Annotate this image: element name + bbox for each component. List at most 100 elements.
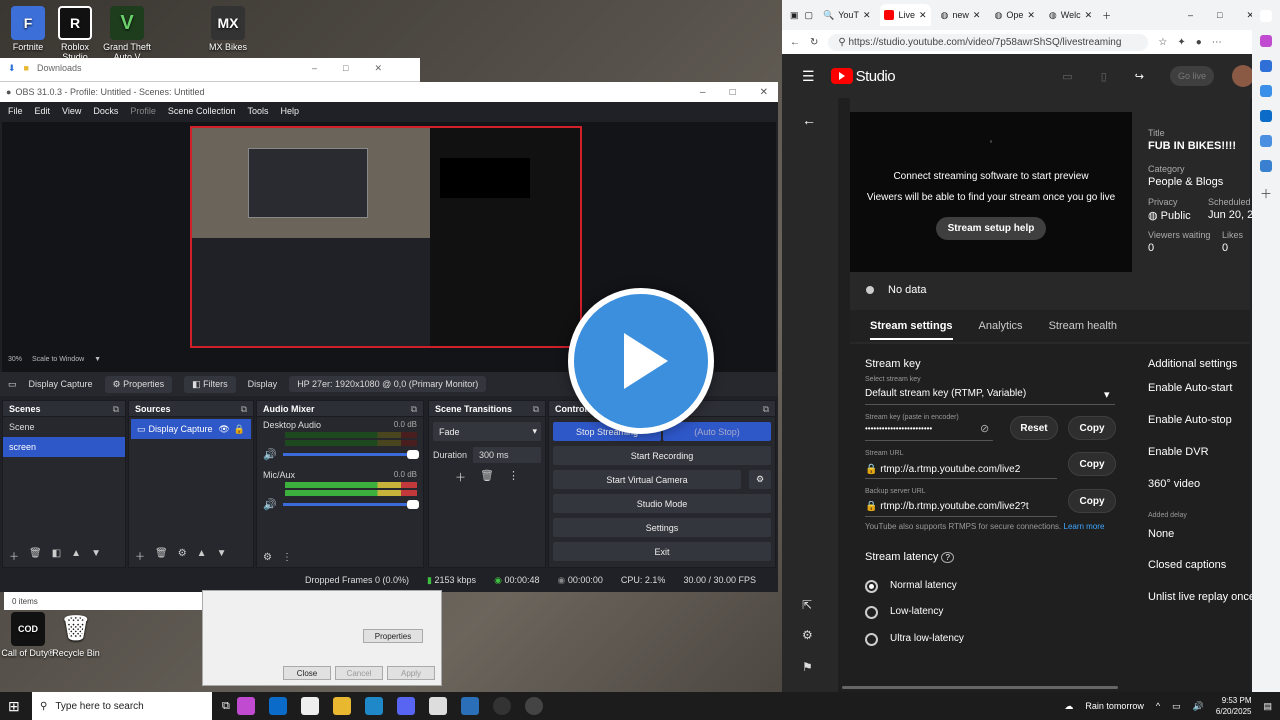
enable-auto-start-toggle[interactable]: Enable Auto-start xyxy=(1148,382,1232,394)
source-item[interactable]: ▭ Display Capture 👁 🔒 xyxy=(131,419,251,439)
copilot-icon[interactable] xyxy=(1260,35,1272,47)
speaker-icon[interactable]: 🔊 xyxy=(263,448,277,461)
unlist-replay-toggle[interactable]: Unlist live replay once xyxy=(1148,591,1255,603)
search-icon[interactable] xyxy=(1260,10,1272,22)
obs-taskbar-icon[interactable] xyxy=(492,697,511,715)
desktop-icon-gta[interactable]: V Grand Theft Auto V xyxy=(99,6,155,62)
trash-icon[interactable]: 🗑 xyxy=(480,469,494,485)
desktop-icon-recycle[interactable]: 🗑 Recycle Bin xyxy=(48,612,104,659)
display-select[interactable]: HP 27er: 1920x1080 @ 0,0 (Primary Monito… xyxy=(289,376,487,392)
scene-item[interactable]: screen xyxy=(3,437,125,457)
copilot-taskbar-icon[interactable] xyxy=(236,697,255,715)
properties-button[interactable]: ⚙ Properties xyxy=(104,375,173,393)
enable-dvr-toggle[interactable]: Enable DVR xyxy=(1148,446,1209,458)
closed-captions-toggle[interactable]: Closed captions xyxy=(1148,559,1226,571)
chevron-up-icon[interactable]: ^ xyxy=(1156,701,1160,711)
menu-help[interactable]: Help xyxy=(280,106,299,116)
start-virtual-camera-button[interactable]: Start Virtual Camera xyxy=(553,470,741,489)
close-tab-icon[interactable]: ✕ xyxy=(1027,10,1035,21)
file-explorer-icon[interactable] xyxy=(332,697,351,715)
close-tab-icon[interactable]: ✕ xyxy=(973,10,981,21)
external-link-icon[interactable]: ⇱ xyxy=(802,598,812,612)
radio-low-latency[interactable] xyxy=(865,606,878,619)
visibility-off-icon[interactable]: ⊘ xyxy=(980,422,989,435)
close-tab-icon[interactable]: ✕ xyxy=(919,10,927,21)
tab-analytics[interactable]: Analytics xyxy=(979,320,1023,332)
more-icon[interactable]: ⋮ xyxy=(282,552,292,563)
notepad-icon[interactable] xyxy=(428,697,447,715)
discord-icon[interactable] xyxy=(396,697,415,715)
menu-view[interactable]: View xyxy=(62,106,81,116)
taskbar-search[interactable]: ⚲ Type here to search xyxy=(32,692,212,720)
tab-youtube[interactable]: 🔍 YouT ✕ xyxy=(819,4,874,26)
desktop-icon-mxbikes[interactable]: MX MX Bikes xyxy=(200,6,256,52)
stream-key-field[interactable]: •••••••••••••••••••••••• xyxy=(865,424,932,433)
maximize-button[interactable]: □ xyxy=(730,87,736,98)
feedback-icon[interactable]: ⚑ xyxy=(802,660,813,674)
calculator-icon[interactable] xyxy=(300,697,319,715)
apply-button[interactable]: Apply xyxy=(387,666,435,680)
volume-icon[interactable]: 🔊 xyxy=(1193,701,1204,712)
clock[interactable]: 9:53 PM 6/20/2025 xyxy=(1216,695,1252,717)
site-info-icon[interactable]: ⚲ xyxy=(838,37,845,48)
filters-button[interactable]: ◧ Filters xyxy=(184,375,236,393)
filter-icon[interactable]: ◧ xyxy=(52,548,61,563)
up-icon[interactable]: ▲ xyxy=(71,548,81,563)
down-icon[interactable]: ▼ xyxy=(217,548,227,563)
hamburger-icon[interactable]: ☰ xyxy=(802,68,815,85)
chevron-down-icon[interactable]: ▼ xyxy=(94,356,101,363)
menu-docks[interactable]: Docks xyxy=(93,106,118,116)
refresh-icon[interactable]: ↻ xyxy=(810,37,818,48)
copy-url-button[interactable]: Copy xyxy=(1068,452,1116,476)
added-delay-select[interactable]: None xyxy=(1148,528,1174,540)
back-arrow-icon[interactable]: ← xyxy=(802,112,816,128)
stream-key-select[interactable]: Default stream key (RTMP, Variable) xyxy=(865,388,1026,399)
url-field[interactable]: ⚲ https://studio.youtube.com/video/7p58a… xyxy=(828,33,1149,51)
copy-key-button[interactable]: Copy xyxy=(1068,416,1116,440)
menu-icon[interactable]: ⋯ xyxy=(1212,37,1222,48)
bookmark-icon[interactable]: ▯ xyxy=(1101,70,1107,83)
stream-url[interactable]: rtmp://a.rtmp.youtube.com/live2 xyxy=(880,464,1020,475)
learn-more-link[interactable]: Learn more xyxy=(1064,522,1105,531)
weather-text[interactable]: Rain tomorrow xyxy=(1085,701,1144,711)
task-view-icon[interactable]: ⧉ xyxy=(222,700,230,713)
screen-icon[interactable]: ▭ xyxy=(1062,70,1072,83)
close-tab-icon[interactable]: ✕ xyxy=(863,10,871,21)
properties-dialog-button[interactable]: Properties xyxy=(363,629,423,643)
backup-url[interactable]: rtmp://b.rtmp.youtube.com/live2?t xyxy=(880,501,1028,512)
extensions-icon[interactable]: ✦ xyxy=(1177,37,1185,48)
back-icon[interactable]: ← xyxy=(790,37,800,48)
obs-taskbar-icon-2[interactable] xyxy=(524,697,543,715)
undock-icon[interactable]: ⧉ xyxy=(533,404,539,414)
radio-ultra-low-latency[interactable] xyxy=(865,633,878,646)
speaker-icon[interactable]: 🔊 xyxy=(263,498,277,511)
tab-welcome[interactable]: ◍ Welc ✕ xyxy=(1045,4,1096,26)
settings-button[interactable]: Settings xyxy=(553,518,771,537)
exit-button[interactable]: Exit xyxy=(553,542,771,561)
360-video-toggle[interactable]: 360° video xyxy=(1148,478,1200,490)
menu-file[interactable]: File xyxy=(8,106,23,116)
go-live-button[interactable]: Go live xyxy=(1169,66,1214,86)
copy-backup-button[interactable]: Copy xyxy=(1068,489,1116,513)
tab-actions-icon[interactable]: ▣ xyxy=(790,10,799,21)
windows-start-icon[interactable]: ⊞ xyxy=(8,698,20,715)
add-icon[interactable]: ＋ xyxy=(455,469,466,485)
share-icon[interactable]: ↪ xyxy=(1135,70,1144,83)
cancel-button[interactable]: Cancel xyxy=(335,666,383,680)
auto-stop-button[interactable]: (Auto Stop) xyxy=(663,422,771,441)
menu-scene-collection[interactable]: Scene Collection xyxy=(168,106,236,116)
undock-icon[interactable]: ⧉ xyxy=(113,404,119,414)
outlook-icon[interactable] xyxy=(1260,110,1272,122)
star-icon[interactable]: ☆ xyxy=(1158,37,1167,48)
youtube-logo-icon[interactable] xyxy=(830,68,853,84)
help-icon[interactable]: ? xyxy=(941,552,954,563)
add-icon[interactable]: ＋ xyxy=(9,548,19,563)
close-tab-icon[interactable]: ✕ xyxy=(1085,10,1093,21)
profile-icon[interactable]: ● xyxy=(1196,37,1202,48)
up-icon[interactable]: ▲ xyxy=(197,548,207,563)
network-icon[interactable]: ▭ xyxy=(1172,701,1181,712)
menu-edit[interactable]: Edit xyxy=(35,106,51,116)
desktop-icon-roblox[interactable]: R Roblox Studio xyxy=(47,6,103,62)
add-rail-icon[interactable]: ＋ xyxy=(1252,185,1280,202)
display-capture-preview[interactable] xyxy=(190,126,582,348)
